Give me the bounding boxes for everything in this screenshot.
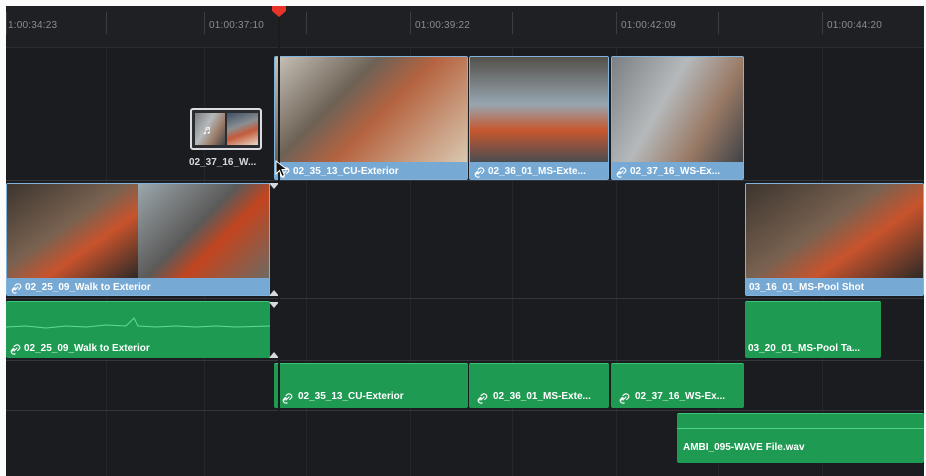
timeline-panel[interactable]: 1:00:34:23 01:00:37:10 01:00:39:22 01:00… [6,6,924,476]
clip-label: 02_37_16_WS-Ex... [630,166,721,177]
video-clip[interactable]: 02_36_01_MS-Exte... [469,56,609,180]
track-separator [6,360,924,361]
clip-label: 02_37_16_WS-Ex... [635,391,726,402]
clip-name-bar: 03_16_01_MS-Pool Shot [746,278,923,295]
video-clip[interactable]: 02_37_16_WS-Ex... [611,56,744,180]
thumbnail-frame [227,113,258,145]
small-clip-thumbnail[interactable]: ♬ [190,108,262,150]
clip-name-bar: 02_37_16_WS-Ex... [612,162,743,179]
track-separator [6,180,924,181]
timecode-label: 01:00:44:20 [827,20,883,31]
audio-waveform [6,317,270,329]
clip-label: 02_25_09_Walk to Exterior [24,343,150,354]
video-clip[interactable]: 02_35_13_CU-Exterior [274,56,468,180]
link-icon [619,391,630,404]
ruler-tick [616,12,617,34]
audio-clip[interactable]: 02_35_13_CU-Exterior [274,363,468,408]
clip-label: 02_36_01_MS-Exte... [493,391,591,402]
timecode-label: 01:00:39:22 [415,20,471,31]
audio-note-icon: ♬ [202,122,215,137]
clip-name-bar: 02_36_01_MS-Exte... [470,162,608,179]
thumbnail-frame [138,184,269,278]
clip-label: 02_35_13_CU-Exterior [298,391,404,402]
track-separator [6,410,924,411]
ruler-tick [204,12,205,34]
ruler-tick [512,12,513,34]
clip-label: AMBI_095-WAVE File.wav [683,442,805,453]
audio-clip[interactable]: 02_37_16_WS-Ex... [611,363,744,408]
clip-label: 02_35_13_CU-Exterior [293,166,399,177]
timecode-label: 01:00:42:09 [621,20,677,31]
audio-clip[interactable]: 02_25_09_Walk to Exterior [6,301,270,358]
clip-label: 03_16_01_MS-Pool Shot [749,282,865,293]
link-icon [477,391,488,404]
clip-thumbnail [275,57,467,162]
clip-thumbnail [470,57,608,162]
timecode-label: 01:00:37:10 [209,20,265,31]
clip-name-bar: 02_25_09_Walk to Exterior [7,278,269,295]
audio-clip[interactable]: AMBI_095-WAVE File.wav [677,413,924,463]
link-icon [616,165,627,178]
clip-label: 03_20_01_MS-Pool Ta... [748,343,861,354]
ruler-tick [822,12,823,34]
audio-clip[interactable]: 02_36_01_MS-Exte... [469,363,609,408]
timecode-ruler[interactable]: 1:00:34:23 01:00:37:10 01:00:39:22 01:00… [6,6,924,48]
link-icon [282,391,293,404]
ruler-tick [410,12,411,34]
audio-clip[interactable]: 03_20_01_MS-Pool Ta... [745,301,881,358]
link-icon [10,342,21,355]
clip-thumbnail [746,184,923,278]
link-icon [474,165,485,178]
video-clip[interactable]: 03_16_01_MS-Pool Shot [745,183,924,296]
ruler-tick [6,12,7,34]
playhead-marker-icon[interactable] [271,6,287,18]
ruler-tick [718,12,719,34]
clip-thumbnail [612,57,743,162]
ruler-tick [306,12,307,34]
ruler-tick [106,12,107,34]
thumbnail-frame [7,184,138,278]
video-clip[interactable]: 02_25_09_Walk to Exterior [6,183,270,296]
clip-thumbnail [7,184,269,278]
small-clip-label: 02_37_16_W... [189,157,257,168]
link-icon [11,281,22,294]
clip-name-bar: 02_35_13_CU-Exterior [275,162,467,179]
mouse-cursor-icon [275,160,289,178]
track-separator [6,298,924,299]
clip-label: 02_36_01_MS-Exte... [488,166,586,177]
timecode-label: 1:00:34:23 [8,20,58,31]
clip-label: 02_25_09_Walk to Exterior [25,282,151,293]
playhead-line[interactable] [278,6,280,476]
volume-line [677,428,924,429]
